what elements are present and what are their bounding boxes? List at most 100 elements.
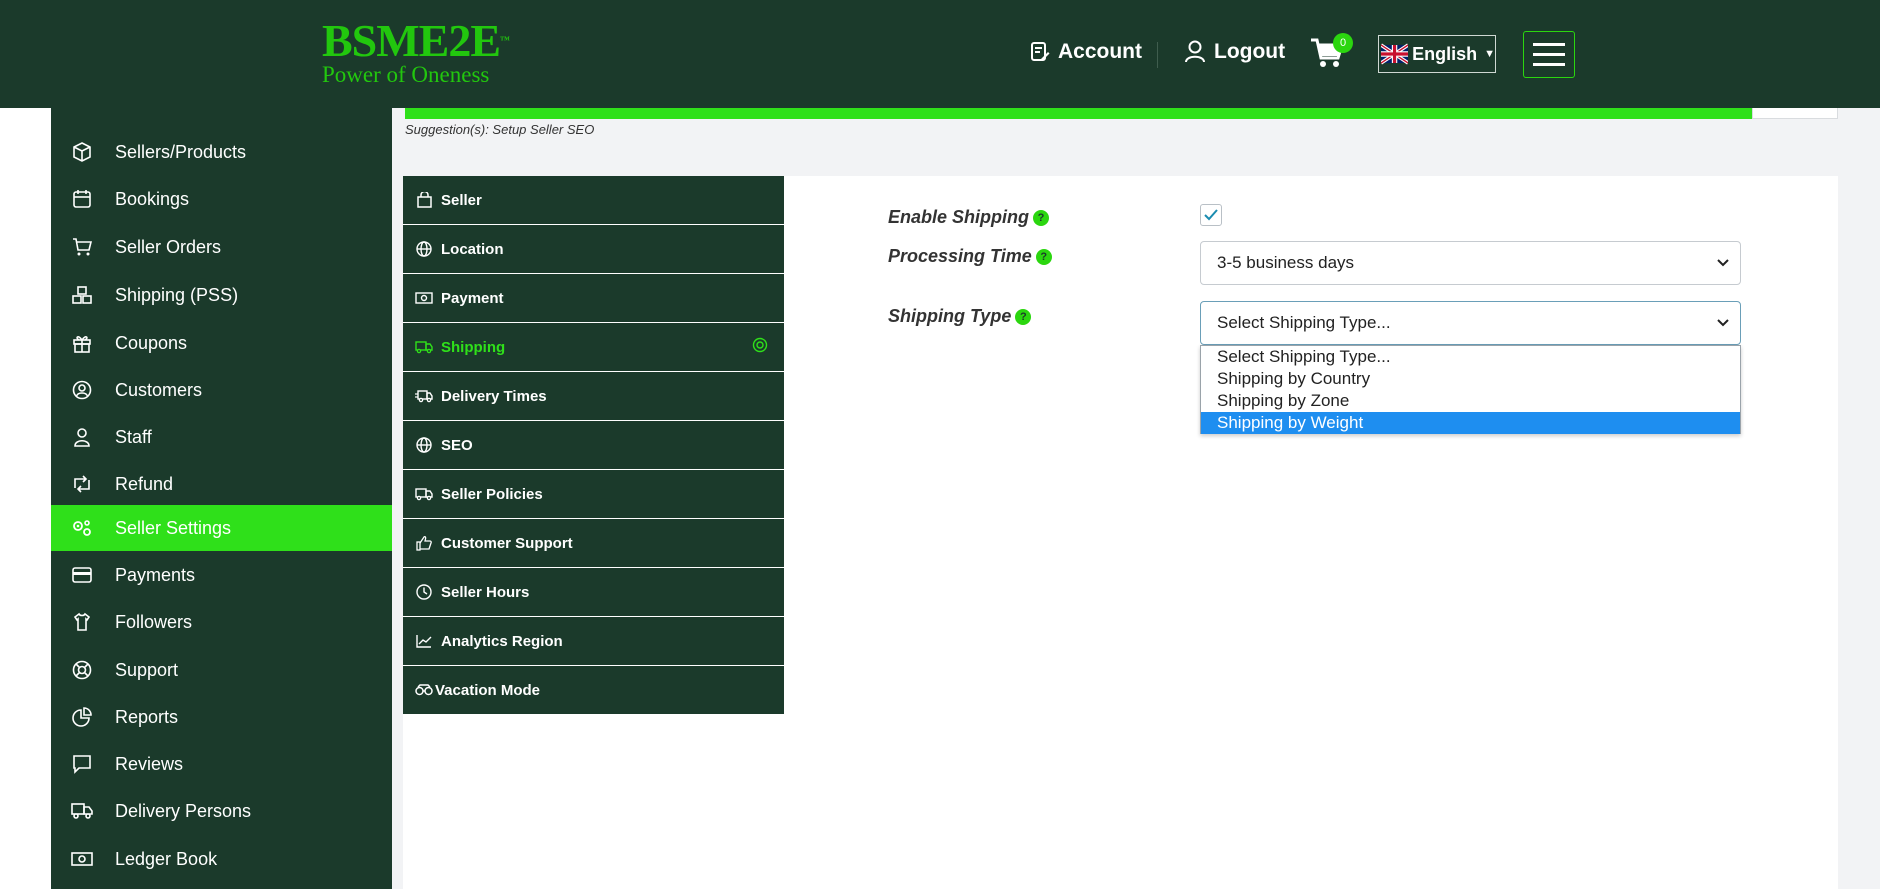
binoculars-icon <box>415 681 433 699</box>
sidebar-item-label: Delivery Persons <box>115 800 252 821</box>
sidebar-item-label: Refund <box>115 473 174 494</box>
help-icon[interactable]: ? <box>1035 248 1052 265</box>
logout-label: Logout <box>1214 40 1286 63</box>
brand-logo[interactable]: BSME2E™ Power of Oneness <box>322 18 510 87</box>
tab-label: Shipping <box>441 338 506 356</box>
sidebar-item-staff[interactable]: Staff <box>51 414 392 460</box>
truck-icon <box>415 338 433 356</box>
shipping-type-option-highlighted[interactable]: Shipping by Weight <box>1201 412 1740 434</box>
tab-label: Delivery Times <box>441 387 547 405</box>
sidebar-item-label: Seller Orders <box>115 236 222 257</box>
language-label: English <box>1412 43 1478 64</box>
tab-label: Seller Policies <box>441 485 543 503</box>
checkmark-icon <box>1204 209 1218 221</box>
line-chart-icon <box>415 632 433 650</box>
tab-seller-hours[interactable]: Seller Hours <box>403 568 784 616</box>
sidebar-item-label: Shipping (PSS) <box>115 284 239 305</box>
boxes-icon <box>71 284 93 306</box>
sidebar-item-label: Reports <box>115 706 179 727</box>
hamburger-line <box>1533 53 1565 56</box>
calendar-icon <box>71 188 93 210</box>
shipping-type-dropdown: Select Shipping Type... Shipping by Coun… <box>1200 345 1741 434</box>
help-icon[interactable]: ? <box>1015 308 1032 325</box>
sidebar-item-reports[interactable]: Reports <box>51 694 392 740</box>
cart-count-badge: 0 <box>1333 33 1353 53</box>
sidebar-item-label: Staff <box>115 426 152 447</box>
sidebar-item-label: Sellers/Products <box>115 141 247 162</box>
money-icon <box>71 848 93 870</box>
chevron-down-icon <box>1717 319 1729 327</box>
globe-icon <box>415 436 433 454</box>
sidebar-item-customers[interactable]: Customers <box>51 367 392 413</box>
tab-seller-policies[interactable]: Seller Policies <box>403 470 784 518</box>
shipping-type-option[interactable]: Select Shipping Type... <box>1201 346 1740 368</box>
logout-link[interactable]: Logout <box>1184 40 1285 64</box>
tab-label: Analytics Region <box>441 632 563 650</box>
pie-chart-icon <box>71 706 93 728</box>
tab-delivery-times[interactable]: Delivery Times <box>403 372 784 420</box>
sidebar-item-label: Ledger Book <box>115 848 218 869</box>
sidebar-item-delivery-persons[interactable]: Delivery Persons <box>51 788 392 834</box>
suggestion-text: Suggestion(s): Setup Seller SEO <box>405 122 595 137</box>
menu-toggle-button[interactable] <box>1523 31 1575 78</box>
account-label: Account <box>1058 40 1142 63</box>
shipping-type-option[interactable]: Shipping by Country <box>1201 368 1740 390</box>
sidebar-item-ledger-book[interactable]: Ledger Book <box>51 836 392 882</box>
tab-location[interactable]: Location <box>403 225 784 273</box>
sidebar-item-refund[interactable]: Refund <box>51 461 392 507</box>
tab-analytics-region[interactable]: Analytics Region <box>403 617 784 665</box>
sidebar-item-label: Customers <box>115 379 203 400</box>
life-ring-icon <box>71 659 93 681</box>
sidebar-item-seller-settings[interactable]: Seller Settings <box>51 505 392 551</box>
box-icon <box>71 141 93 163</box>
tab-seller[interactable]: Seller <box>403 176 784 224</box>
account-link[interactable]: Account <box>1030 40 1142 64</box>
caret-down-icon: ▼ <box>1484 48 1495 60</box>
tab-customer-support[interactable]: Customer Support <box>403 519 784 567</box>
tab-label: Seller <box>441 191 482 209</box>
sidebar-item-followers[interactable]: Followers <box>51 599 392 645</box>
sidebar-item-reviews[interactable]: Reviews <box>51 741 392 787</box>
money-icon <box>415 289 433 307</box>
tab-label: Customer Support <box>441 534 573 552</box>
sidebar-item-shipping-pss[interactable]: Shipping (PSS) <box>51 272 392 318</box>
tab-label: Payment <box>441 289 504 307</box>
processing-time-value: 3-5 business days <box>1217 253 1355 272</box>
tab-vacation-mode[interactable]: Vacation Mode <box>403 666 784 714</box>
nav-divider <box>1157 42 1158 68</box>
truck-icon <box>415 485 433 503</box>
help-icon[interactable]: ? <box>1033 209 1050 226</box>
sidebar-item-label: Followers <box>115 611 193 632</box>
account-icon <box>1031 42 1050 61</box>
sidebar-item-support[interactable]: Support <box>51 647 392 693</box>
hamburger-line <box>1533 43 1565 46</box>
sidebar-item-label: Payments <box>115 564 196 585</box>
enable-shipping-checkbox[interactable] <box>1200 204 1222 226</box>
sidebar-item-coupons[interactable]: Coupons <box>51 320 392 366</box>
chevron-down-icon <box>1717 259 1729 267</box>
processing-time-select[interactable]: 3-5 business days <box>1200 241 1741 285</box>
tab-shipping[interactable]: Shipping <box>403 323 784 371</box>
cart-button[interactable]: 0 <box>1310 33 1353 74</box>
clock-icon <box>415 583 433 601</box>
shopping-bag-icon <box>415 191 433 209</box>
sidebar-item-seller-orders[interactable]: Seller Orders <box>51 224 392 270</box>
user-circle-icon <box>71 379 93 401</box>
sidebar-item-label: Bookings <box>115 188 190 209</box>
thumbs-up-icon <box>415 534 433 552</box>
tab-label: Location <box>441 240 504 258</box>
sidebar-item-bookings[interactable]: Bookings <box>51 176 392 222</box>
sidebar-item-label: Reviews <box>115 753 184 774</box>
tab-payment[interactable]: Payment <box>403 274 784 322</box>
comment-icon <box>71 753 93 775</box>
shipping-type-select[interactable]: Select Shipping Type... <box>1200 301 1741 345</box>
sidebar-item-payments[interactable]: Payments <box>51 552 392 598</box>
credit-card-icon <box>71 564 93 586</box>
sidebar-item-sellers-products[interactable]: Sellers/Products <box>51 129 392 175</box>
shirt-icon <box>71 611 93 633</box>
tab-seo[interactable]: SEO <box>403 421 784 469</box>
truck-fast-icon <box>415 387 433 405</box>
language-selector[interactable]: English ▼ <box>1378 35 1496 73</box>
shipping-type-option[interactable]: Shipping by Zone <box>1201 390 1740 412</box>
user-icon <box>71 426 93 448</box>
